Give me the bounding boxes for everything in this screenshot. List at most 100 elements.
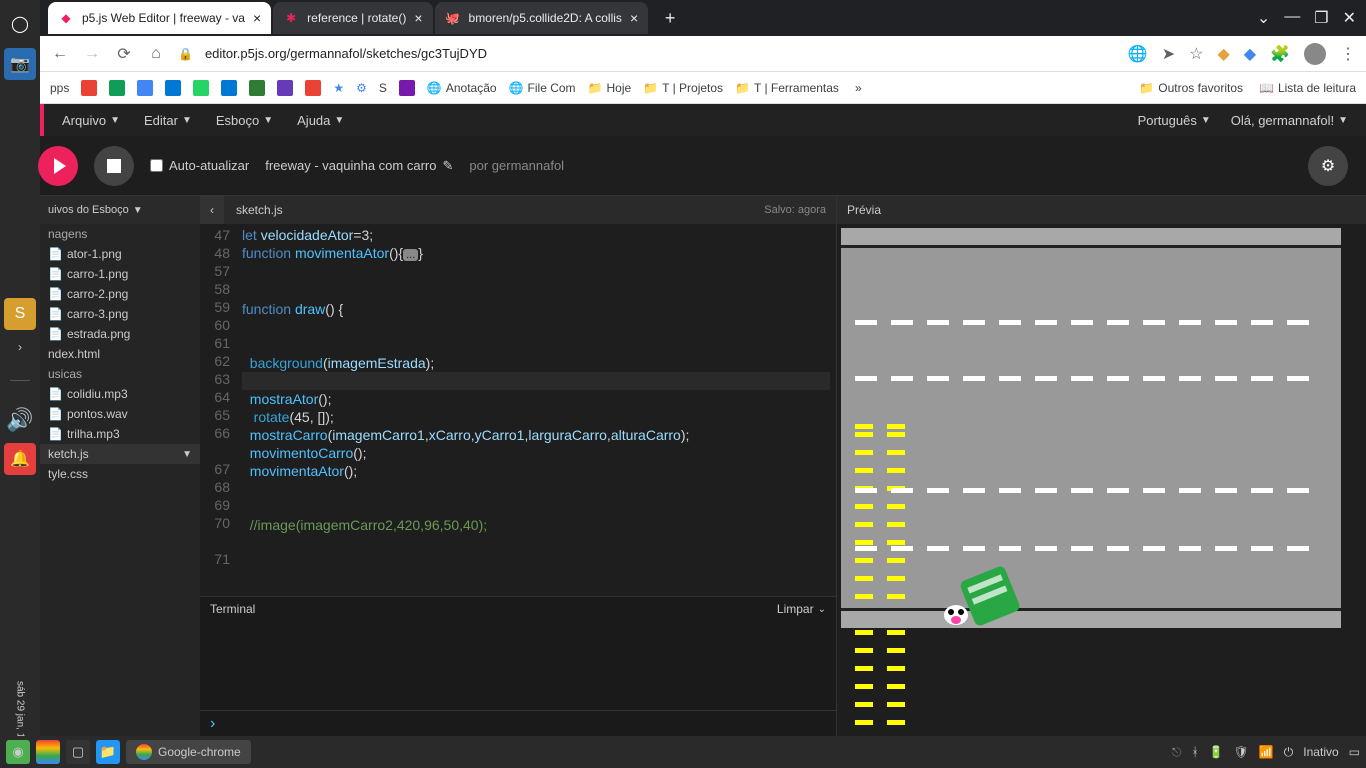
tab-github[interactable]: 🐙 bmoren/p5.collide2D: A collis ×	[435, 2, 649, 34]
close-window-icon[interactable]: ✕	[1343, 8, 1356, 28]
avatar[interactable]	[1304, 43, 1326, 65]
terminal-icon[interactable]: ▢	[66, 740, 90, 764]
bm-icon[interactable]	[109, 80, 125, 96]
bluetooth-icon[interactable]: ᚼ	[1191, 745, 1198, 759]
menu-editar[interactable]: Editar ▼	[144, 113, 192, 128]
battery-icon[interactable]: 🔋	[1209, 745, 1224, 759]
notification-icon[interactable]: 🔔	[4, 443, 36, 475]
bm-reading[interactable]: 📖Lista de leitura	[1259, 81, 1356, 95]
file-item[interactable]: 📄 estrada.png	[40, 324, 200, 344]
apps-label[interactable]: pps	[50, 81, 69, 95]
file-item[interactable]: 📄 pontos.wav	[40, 404, 200, 424]
terminal-output[interactable]	[200, 621, 836, 710]
shield-icon[interactable]: 🛡	[1234, 745, 1249, 759]
close-icon[interactable]: ×	[253, 10, 261, 26]
bm-icon[interactable]	[137, 80, 153, 96]
file-item[interactable]: 📄 ator-1.png	[40, 244, 200, 264]
wifi-icon[interactable]: 📶	[1259, 745, 1274, 759]
tab-reference[interactable]: ✱ reference | rotate() ×	[273, 2, 432, 34]
file-item[interactable]: 📄 trilha.mp3	[40, 424, 200, 444]
bookmark-star-icon[interactable]: ☆	[1189, 44, 1203, 64]
stop-button[interactable]	[94, 146, 134, 186]
bm-icon[interactable]	[165, 80, 181, 96]
folder-musicas[interactable]: usicas	[40, 364, 200, 384]
ext-icon-1[interactable]: ◆	[1217, 44, 1229, 64]
volume-icon[interactable]: 🔊	[6, 407, 33, 433]
bm-s[interactable]: S	[379, 81, 387, 95]
bm-icon[interactable]	[249, 80, 265, 96]
bm-other[interactable]: 📁Outros favoritos	[1139, 81, 1243, 95]
user-greeting[interactable]: Olá, germannafol! ▼	[1231, 113, 1348, 128]
lang-select[interactable]: Português ▼	[1138, 113, 1211, 128]
clear-button[interactable]: Limpar ⌄	[777, 602, 826, 616]
bm-icon[interactable]	[81, 80, 97, 96]
edit-icon[interactable]: ✎	[442, 158, 453, 174]
forward-button[interactable]: →	[82, 44, 102, 64]
terminal-prompt[interactable]: ›	[200, 710, 836, 736]
auto-update-toggle[interactable]: Auto-atualizar	[150, 158, 249, 173]
bm-onenote[interactable]	[399, 80, 415, 96]
code-editor[interactable]: 4748575859606162636465666768697071 let v…	[200, 224, 836, 596]
file-item[interactable]: 📄 carro-1.png	[40, 264, 200, 284]
os-menu-icon[interactable]: ◯	[4, 8, 36, 40]
file-item[interactable]: tyle.css	[40, 464, 200, 484]
file-item[interactable]: ndex.html	[40, 344, 200, 364]
star-icon[interactable]: ★	[333, 81, 344, 95]
chevron-down-icon[interactable]: ⌄	[1257, 8, 1270, 28]
file-sketch-active[interactable]: ketch.js ▼	[40, 444, 200, 464]
app-icon-sublime[interactable]: S	[4, 298, 36, 330]
bm-hoje[interactable]: 📁Hoje	[588, 81, 632, 95]
chrome-icon[interactable]	[36, 740, 60, 764]
play-button[interactable]	[38, 146, 78, 186]
code-tab[interactable]: sketch.js	[224, 203, 295, 217]
tray-menu-icon[interactable]: ▭	[1349, 745, 1360, 759]
bm-icon[interactable]	[221, 80, 237, 96]
bm-ferramentas[interactable]: 📁T | Ferramentas	[735, 81, 839, 95]
sketch-name[interactable]: freeway - vaquinha com carro	[265, 158, 436, 173]
menu-ajuda[interactable]: Ajuda ▼	[297, 113, 344, 128]
close-icon[interactable]: ×	[414, 10, 422, 26]
file-item[interactable]: 📄 carro-2.png	[40, 284, 200, 304]
auto-update-checkbox[interactable]	[150, 159, 163, 172]
code-text[interactable]: let velocidadeAtor=3; function movimenta…	[236, 224, 836, 596]
app-icon-1[interactable]: 📷	[4, 48, 36, 80]
menu-esboco[interactable]: Esboço ▼	[216, 113, 273, 128]
bm-projetos[interactable]: 📁T | Projetos	[643, 81, 723, 95]
url-input[interactable]	[205, 40, 1116, 68]
bm-filecom[interactable]: 🌐File Com	[509, 81, 576, 95]
files-header[interactable]: uivos do Esboço ▼	[40, 196, 200, 224]
folder-imagens[interactable]: nagens	[40, 224, 200, 244]
reload-button[interactable]: ⟳	[114, 44, 134, 64]
tab-p5js[interactable]: ◆ p5.js Web Editor | freeway - va ×	[48, 2, 271, 34]
bm-anotacao[interactable]: 🌐Anotação	[427, 81, 497, 95]
close-icon[interactable]: ×	[630, 10, 638, 26]
minimize-icon[interactable]: —	[1284, 8, 1300, 28]
collapse-files-button[interactable]: ‹	[200, 196, 224, 224]
file-item[interactable]: 📄 colidiu.mp3	[40, 384, 200, 404]
extensions-icon[interactable]: 🧩	[1270, 44, 1290, 64]
start-button[interactable]: ◉	[6, 740, 30, 764]
translate-icon[interactable]: 🌐	[1128, 44, 1148, 64]
menu-dots-icon[interactable]: ⋮	[1340, 44, 1356, 64]
maximize-icon[interactable]: ❐	[1314, 8, 1328, 28]
settings-button[interactable]: ⚙	[1308, 146, 1348, 186]
file-item[interactable]: 📄 carro-3.png	[40, 304, 200, 324]
author-link[interactable]: germannafol	[492, 158, 564, 173]
menu-arquivo[interactable]: Arquivo ▼	[62, 113, 120, 128]
expand-icon[interactable]: ›	[18, 340, 22, 354]
gear-bm-icon[interactable]: ⚙	[356, 81, 367, 95]
tray-icon[interactable]: ⎋	[1172, 745, 1182, 760]
ext-icon-2[interactable]: ◆	[1244, 44, 1256, 64]
bm-icon[interactable]	[277, 80, 293, 96]
lock-icon[interactable]: 🔒	[178, 47, 193, 61]
home-button[interactable]: ⌂	[146, 44, 166, 64]
back-button[interactable]: ←	[50, 44, 70, 64]
taskbar-chrome[interactable]: Google-chrome	[126, 740, 251, 764]
send-icon[interactable]: ➤	[1162, 44, 1175, 64]
files-icon[interactable]: 📁	[96, 740, 120, 764]
bm-icon[interactable]	[193, 80, 209, 96]
power-icon[interactable]: ⏻	[1284, 745, 1294, 760]
bm-icon[interactable]	[305, 80, 321, 96]
new-tab-button[interactable]: +	[656, 4, 684, 32]
bm-overflow[interactable]: »	[855, 81, 862, 95]
